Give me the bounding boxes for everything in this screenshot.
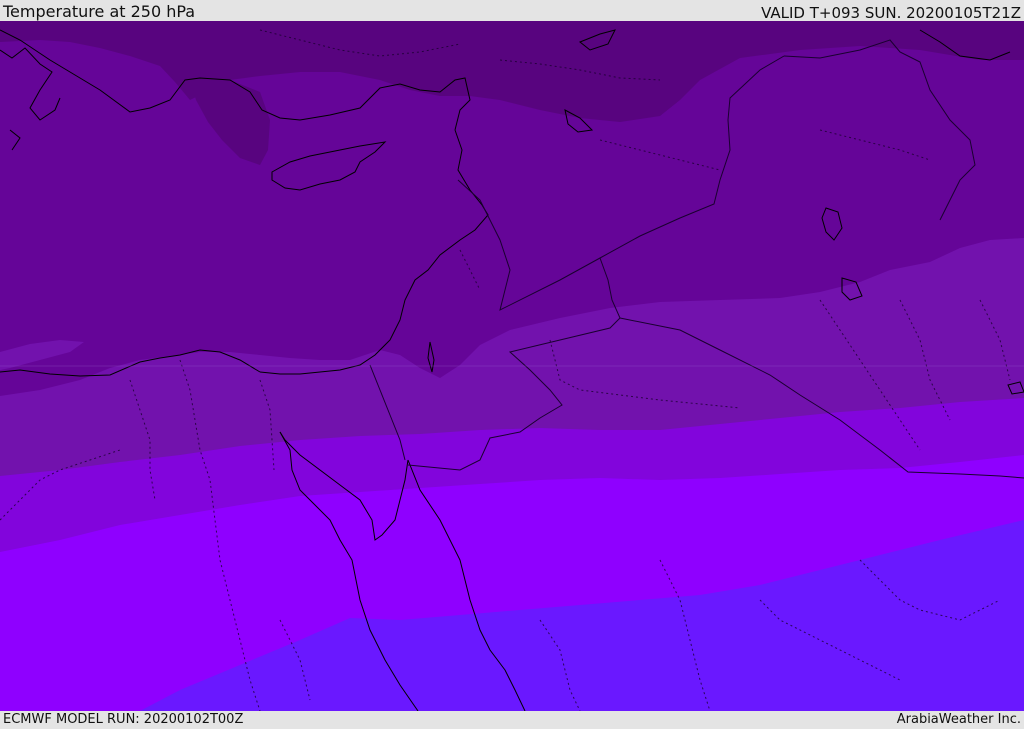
footer-bar: ECMWF MODEL RUN: 20200102T00Z ArabiaWeat… (0, 711, 1024, 729)
model-run-label: ECMWF MODEL RUN: 20200102T00Z (3, 712, 244, 727)
valid-time: VALID T+093 SUN. 20200105T21Z (761, 4, 1021, 22)
map-title: Temperature at 250 hPa (3, 2, 196, 21)
credit-label: ArabiaWeather Inc. (896, 712, 1021, 727)
header-bar: Temperature at 250 hPa VALID T+093 SUN. … (0, 0, 1024, 21)
map-canvas (0, 21, 1024, 711)
temperature-map[interactable] (0, 21, 1024, 711)
